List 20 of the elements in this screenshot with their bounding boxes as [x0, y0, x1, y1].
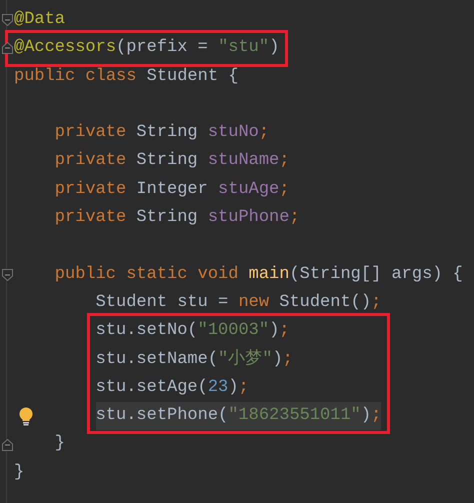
code-line: public static void main(String[] args) { — [54, 264, 463, 286]
code-line: stu.setName("小梦"); — [96, 348, 293, 371]
fold-icon[interactable] — [2, 438, 12, 451]
code-line: stu.setPhone("18623551011"); — [96, 405, 382, 428]
code-line: } — [54, 433, 65, 456]
fold-icon[interactable] — [2, 14, 12, 26]
code-line: private Integer stuAge; — [54, 178, 290, 201]
fold-icon[interactable] — [2, 268, 12, 281]
code-line: Student stu = new Student(); — [96, 292, 382, 314]
code-line: private String stuPhone; — [54, 207, 300, 230]
code-line: stu.setNo("10003"); — [96, 320, 290, 342]
code-line: private String stuName; — [54, 150, 290, 172]
code-line: } — [14, 462, 24, 484]
code-line: public class Student { — [14, 66, 238, 88]
code-line: @Accessors(prefix = "stu") — [14, 37, 280, 60]
lightbulb-icon[interactable] — [18, 407, 34, 426]
fold-icon[interactable] — [2, 42, 12, 54]
code-line: @Data — [14, 9, 66, 31]
code-line: private String stuNo; — [54, 122, 270, 144]
code-line: stu.setAge(23); — [96, 376, 249, 399]
